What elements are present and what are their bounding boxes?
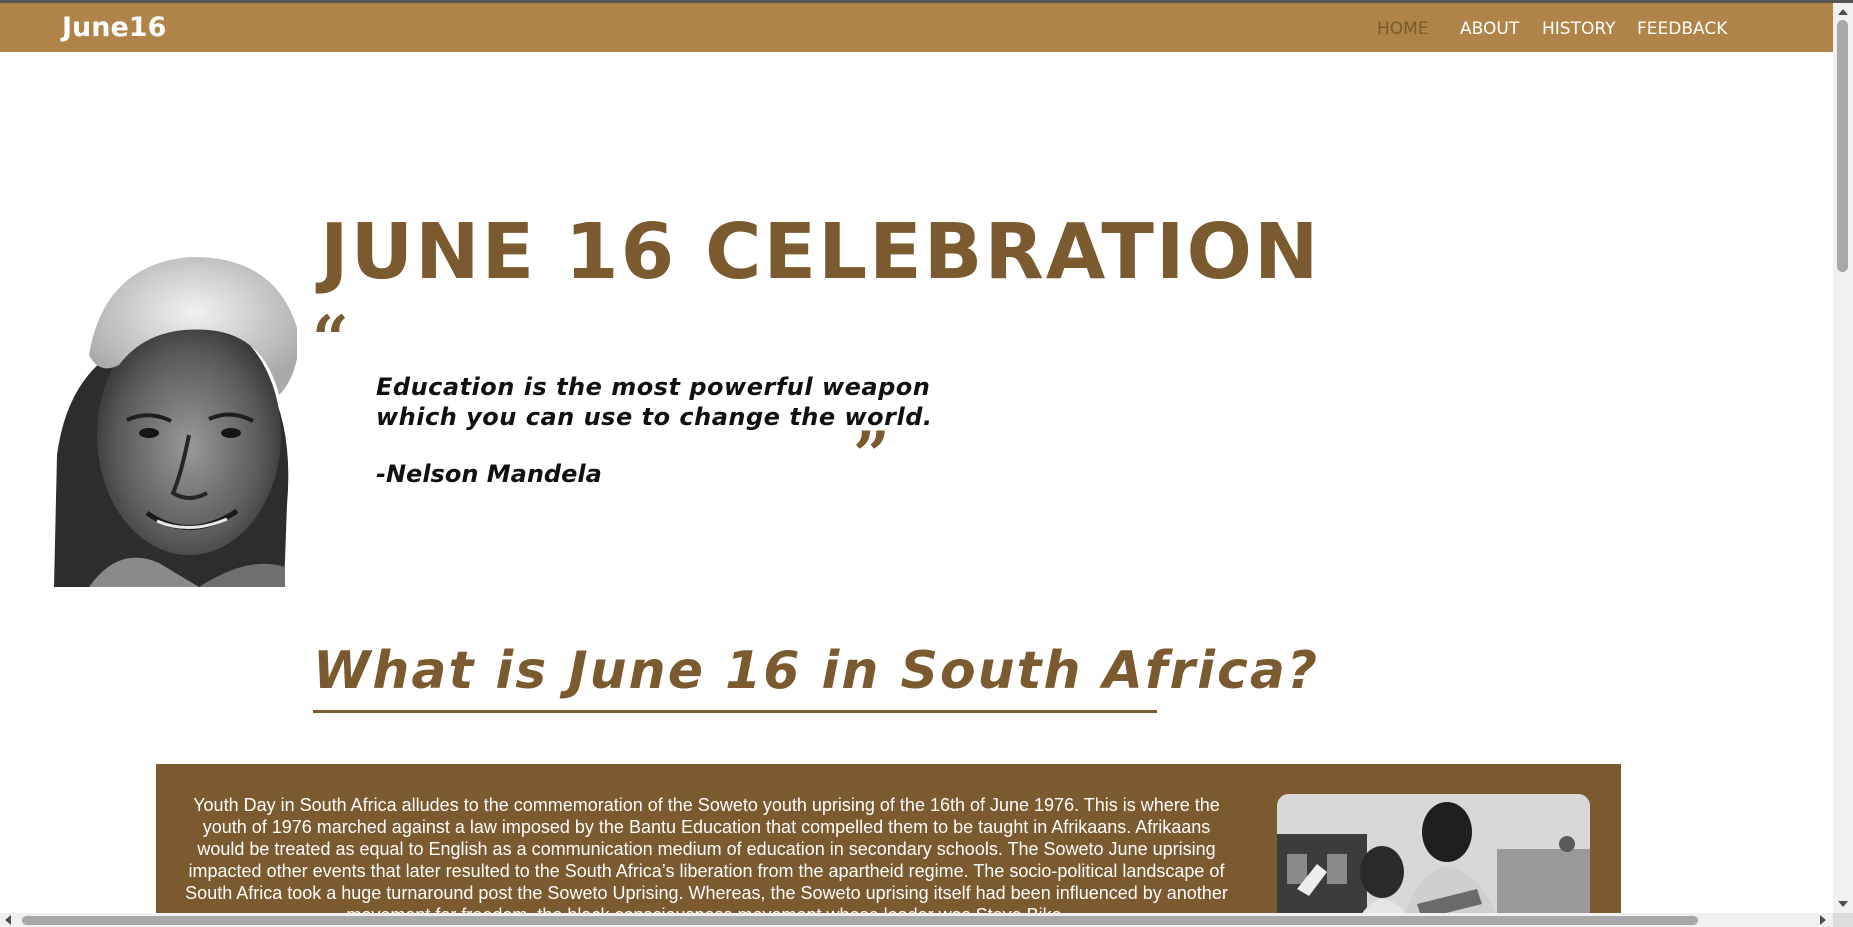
close-quote-icon: ” — [853, 418, 890, 493]
nelson-mandela-portrait — [49, 245, 299, 587]
section-heading: What is June 16 in South Africa? — [313, 641, 1320, 701]
horizontal-scrollbar[interactable] — [0, 913, 1833, 927]
heading-underline — [313, 710, 1157, 713]
quote-author: -Nelson Mandela — [376, 460, 602, 488]
brand-logo[interactable]: June16 — [62, 12, 166, 43]
scroll-down-icon[interactable] — [1838, 901, 1848, 907]
scrollbar-corner — [1833, 913, 1853, 927]
soweto-uprising-photo — [1277, 794, 1590, 927]
horizontal-scroll-thumb[interactable] — [22, 916, 1698, 925]
info-panel: Youth Day in South Africa alludes to the… — [156, 764, 1621, 927]
scroll-up-icon[interactable] — [1838, 9, 1848, 15]
nav-feedback[interactable]: FEEDBACK — [1637, 19, 1727, 39]
quote-text: Education is the most powerful weapon wh… — [376, 373, 933, 431]
nav-about[interactable]: ABOUT — [1460, 19, 1519, 39]
scroll-left-icon[interactable] — [5, 915, 11, 925]
hero-title: JUNE 16 CELEBRATION — [320, 208, 1321, 297]
nav-history[interactable]: HISTORY — [1542, 19, 1615, 39]
navbar: June16 HOME ABOUT HISTORY FEEDBACK — [0, 3, 1833, 52]
scroll-right-icon[interactable] — [1820, 915, 1826, 925]
info-paragraph: Youth Day in South Africa alludes to the… — [185, 795, 1228, 925]
vertical-scroll-thumb[interactable] — [1837, 20, 1848, 272]
vertical-scrollbar[interactable] — [1833, 3, 1853, 927]
nav-home[interactable]: HOME — [1377, 19, 1429, 39]
open-quote-icon: “ — [312, 302, 349, 377]
